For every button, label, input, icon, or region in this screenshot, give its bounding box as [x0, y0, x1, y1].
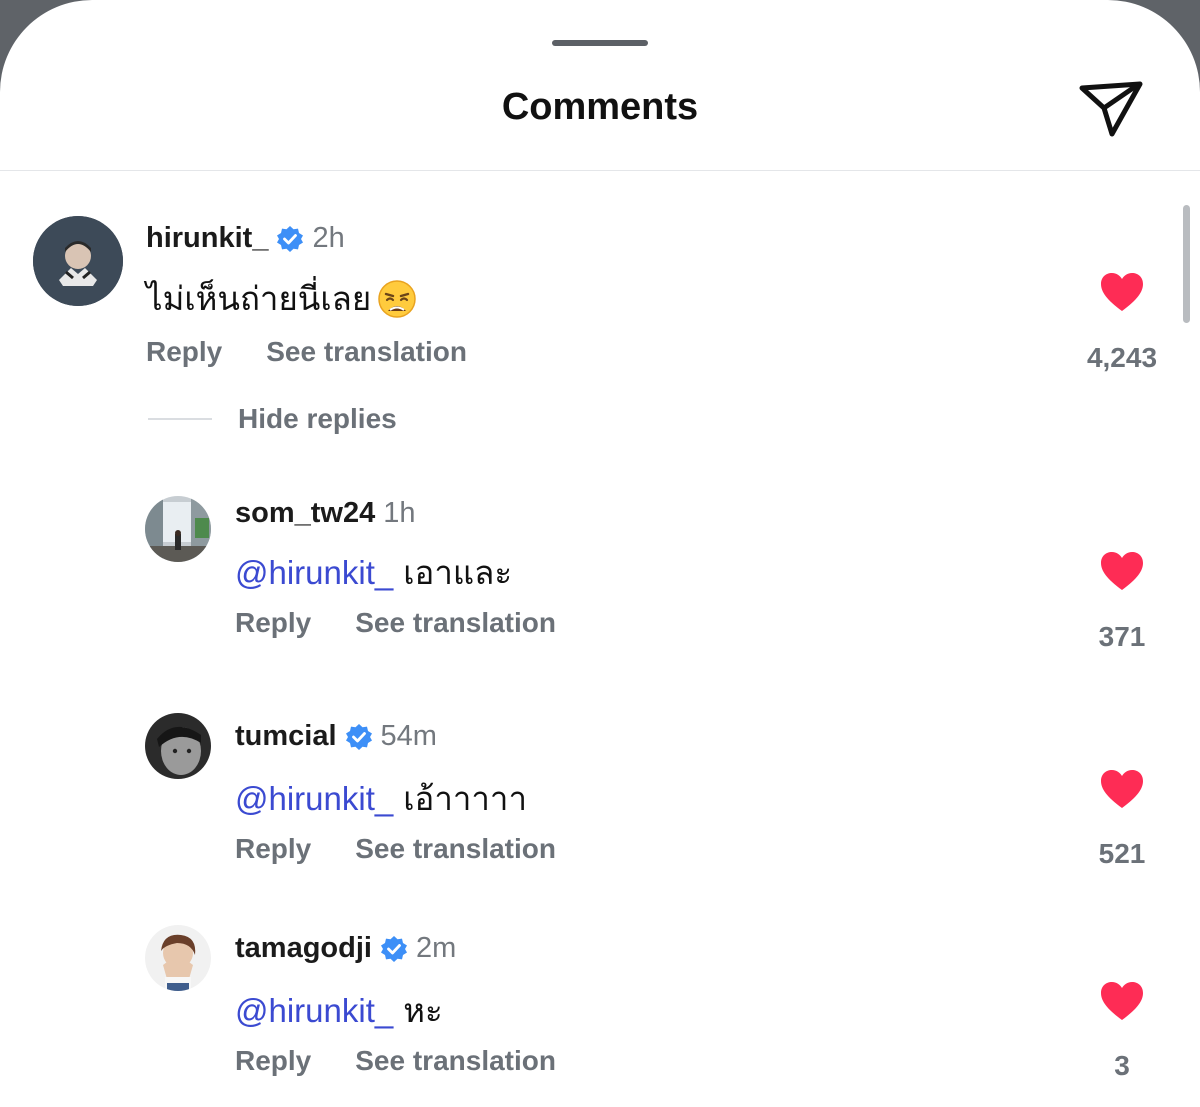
- comment-actions: Reply See translation: [146, 336, 511, 368]
- like-count: 521: [1098, 838, 1146, 869]
- like-count: 3: [1114, 1050, 1130, 1081]
- comment-text-row: @hirunkit_ หะ: [235, 984, 443, 1037]
- like-heart-icon[interactable]: [1099, 768, 1145, 810]
- username[interactable]: tumcial: [235, 720, 337, 753]
- weary-face-emoji-icon: [378, 279, 416, 318]
- like-count: 4,243: [1086, 342, 1158, 373]
- hide-replies-button[interactable]: Hide replies: [238, 403, 397, 435]
- avatar-image: [33, 216, 123, 306]
- mention-link[interactable]: @hirunkit_: [235, 992, 393, 1030]
- comment-username-row: tamagodji 2m: [235, 932, 456, 965]
- comment-actions: Reply See translation: [235, 1045, 600, 1077]
- like-heart-icon[interactable]: [1099, 550, 1145, 592]
- comment-time: 1h: [383, 497, 416, 529]
- verified-badge-icon: [277, 225, 304, 252]
- comment-text: หะ: [403, 992, 443, 1029]
- reply-button[interactable]: Reply: [235, 1045, 311, 1076]
- like-heart-icon[interactable]: [1099, 980, 1145, 1022]
- scrollbar[interactable]: [1183, 205, 1190, 323]
- reply-button[interactable]: Reply: [235, 833, 311, 864]
- avatar[interactable]: [145, 713, 211, 779]
- page-title: Comments: [501, 86, 699, 128]
- sheet-grabber-handle[interactable]: [552, 40, 648, 46]
- username[interactable]: som_tw24: [235, 497, 375, 530]
- see-translation-button[interactable]: See translation: [355, 1045, 556, 1076]
- username[interactable]: hirunkit_: [146, 222, 268, 255]
- comment-text: ไม่เห็นถ่ายนี่เลย: [146, 280, 372, 317]
- avatar[interactable]: [145, 925, 211, 991]
- see-translation-button[interactable]: See translation: [266, 336, 467, 367]
- comments-sheet: Comments hirunkit_ 2h ไม่เห็นถ่ายนี่เลย …: [0, 0, 1200, 1107]
- see-translation-button[interactable]: See translation: [355, 833, 556, 864]
- see-translation-button[interactable]: See translation: [355, 607, 556, 638]
- comment-actions: Reply See translation: [235, 607, 600, 639]
- verified-badge-icon: [345, 723, 372, 750]
- reply-button[interactable]: Reply: [235, 607, 311, 638]
- like-count: 371: [1098, 621, 1146, 652]
- mention-link[interactable]: @hirunkit_: [235, 554, 393, 592]
- comment-actions: Reply See translation: [235, 833, 600, 865]
- avatar-image: [145, 925, 211, 991]
- comment-username-row: tumcial 54m: [235, 720, 437, 753]
- comment-username-row: som_tw24 1h: [235, 497, 416, 530]
- comment-time: 2h: [312, 222, 345, 254]
- verified-badge-icon: [380, 935, 407, 962]
- share-send-icon[interactable]: [1076, 76, 1146, 142]
- comment-text-row: @hirunkit_ เอาและ: [235, 546, 512, 599]
- avatar-image: [145, 496, 211, 562]
- username[interactable]: tamagodji: [235, 932, 372, 965]
- like-heart-icon[interactable]: [1099, 271, 1145, 313]
- hide-replies-divider: [148, 418, 212, 420]
- comment-username-row: hirunkit_ 2h: [146, 222, 345, 255]
- avatar[interactable]: [33, 216, 123, 306]
- avatar[interactable]: [145, 496, 211, 562]
- comment-text: เอ้าาาาา: [403, 780, 527, 817]
- header-divider: [0, 170, 1200, 171]
- avatar-image: [145, 713, 211, 779]
- comment-text-row: ไม่เห็นถ่ายนี่เลย: [146, 272, 417, 325]
- comment-time: 54m: [380, 720, 437, 752]
- reply-button[interactable]: Reply: [146, 336, 222, 367]
- mention-link[interactable]: @hirunkit_: [235, 780, 393, 818]
- comment-text-row: @hirunkit_ เอ้าาาาา: [235, 772, 527, 825]
- comment-text: เอาและ: [403, 554, 513, 591]
- comment-time: 2m: [415, 932, 457, 964]
